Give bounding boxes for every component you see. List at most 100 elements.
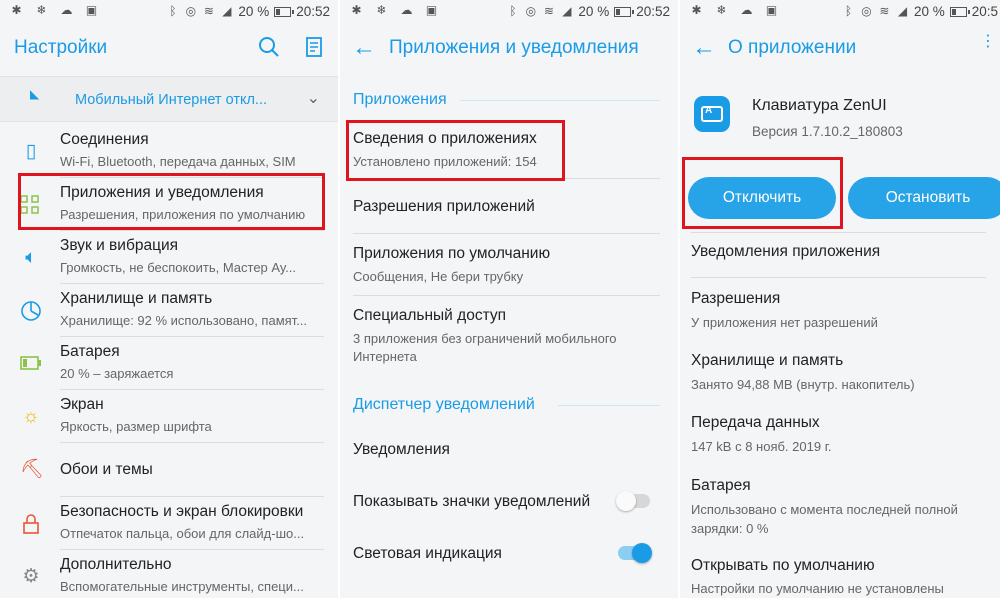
settings-item-battery[interactable]: Батарея 20 % – заряжается [0, 337, 338, 390]
mobile-data-row[interactable]: ◣ Мобильный Интернет откл... ⌄ [0, 76, 338, 122]
highlight-box [18, 173, 325, 230]
snowflake-icon: ❄ [36, 3, 47, 17]
stop-button[interactable]: Остановить [848, 177, 1000, 219]
divider [353, 233, 660, 234]
battery-usage-item[interactable]: Батарея Использовано с момента последней… [691, 477, 986, 538]
settings-item-display[interactable]: ☼ Экран Яркость, размер шрифта [0, 390, 338, 443]
settings-item-advanced[interactable]: ⚙ Дополнительно Вспомогательные инструме… [0, 550, 338, 598]
highlight-box [682, 157, 843, 229]
led-toggle[interactable] [618, 543, 652, 563]
android-icon: ✱ [351, 3, 362, 17]
item-subtitle: Использовано с момента последней полной … [691, 502, 958, 536]
item-title: Уведомления приложения [691, 243, 881, 260]
brightness-icon: ☼ [22, 406, 40, 427]
item-title: Соединения [60, 131, 149, 148]
settings-item-connections[interactable]: ▯ Соединения Wi-Fi, Bluetooth, передача … [0, 125, 338, 178]
snowflake-icon: ❄ [716, 3, 727, 17]
toggle-knob [632, 543, 652, 563]
battery-percent: 20 % [913, 4, 945, 19]
clock: 20:5 [971, 4, 998, 19]
signal-icon: ◢ [897, 4, 908, 18]
section-divider [558, 405, 660, 406]
item-title: Световая индикация [353, 545, 502, 562]
battery-icon [949, 6, 970, 17]
image-icon: ▣ [765, 3, 778, 17]
back-arrow-icon[interactable]: ← [692, 36, 716, 60]
speaker-icon: 🔈︎ [25, 247, 37, 268]
item-title: Разрешения приложений [353, 198, 535, 215]
vibrate-icon: ◎ [185, 4, 197, 18]
divider [353, 295, 660, 296]
chevron-down-icon[interactable]: ⌄ [307, 88, 320, 108]
default-apps-item[interactable]: Приложения по умолчанию Сообщения, Не бе… [353, 245, 660, 286]
connections-icon: ▯ [25, 141, 37, 162]
item-title: Специальный доступ [353, 307, 506, 324]
item-subtitle: Хранилище: 92 % использовано, памят... [60, 313, 308, 328]
battery-icon [274, 6, 295, 17]
back-arrow-icon[interactable]: ← [352, 36, 376, 60]
gear-icon: ⚙ [22, 566, 40, 587]
keyboard-icon [701, 105, 723, 122]
feedback-icon[interactable] [305, 36, 325, 58]
app-version: Версия 1.7.10.2_180803 [752, 124, 903, 139]
item-title: Батарея [691, 477, 751, 494]
badges-toggle[interactable] [616, 491, 650, 511]
app-bar: ← Приложения и уведомления [340, 26, 678, 72]
app-notifications-item[interactable]: Уведомления приложения [691, 243, 986, 261]
page-title: Настройки [14, 37, 108, 58]
settings-item-storage[interactable]: Хранилище и память Хранилище: 92 % испол… [0, 284, 338, 337]
app-info-panel: ✱ ❄ ☁ ▣ ᛒ ◎ ≋ ◢ 20 % 20:5 ← О приложении… [680, 0, 1000, 598]
item-title: Обои и темы [60, 461, 153, 478]
image-icon: ▣ [85, 3, 98, 17]
section-divider [460, 100, 660, 101]
item-title: Показывать значки уведомлений [353, 493, 591, 510]
badges-item[interactable]: Показывать значки уведомлений [353, 493, 660, 511]
signal-icon: ◢ [222, 4, 232, 18]
item-title: Звук и вибрация [60, 237, 178, 254]
permissions-item[interactable]: Разрешения У приложения нет разрешений [691, 290, 986, 332]
battery-icon [614, 6, 635, 17]
led-item[interactable]: Световая индикация [353, 545, 660, 563]
battery-percent: 20 % [578, 4, 610, 19]
data-usage-item[interactable]: Передача данных 147 kB с 8 нояб. 2019 г. [691, 414, 986, 456]
notifications-item[interactable]: Уведомления [353, 441, 660, 459]
item-title: Дополнительно [60, 556, 172, 573]
item-subtitle: Вспомогательные инструменты, специ... [60, 579, 304, 594]
page-title: Приложения и уведомления [389, 37, 639, 58]
item-subtitle: Настройки по умолчанию не установлены [691, 581, 944, 596]
search-icon[interactable] [258, 36, 280, 58]
settings-item-themes[interactable]: ⛏︎ Обои и темы [0, 443, 338, 497]
app-icon [694, 96, 730, 132]
open-by-default-item[interactable]: Открывать по умолчанию Настройки по умол… [691, 557, 986, 598]
item-title: Хранилище и память [60, 290, 213, 307]
app-name: Клавиатура ZenUI [752, 97, 887, 114]
app-permissions-item[interactable]: Разрешения приложений [353, 198, 660, 216]
settings-item-security[interactable]: Безопасность и экран блокировки Отпечато… [0, 497, 338, 550]
signal-icon: ◢ [562, 4, 572, 18]
cloud-icon: ☁ [60, 3, 73, 17]
item-title: Передача данных [691, 414, 820, 431]
cloud-icon: ☁ [740, 3, 753, 17]
paint-roller-icon: ⛏︎ [20, 459, 45, 480]
clock: 20:52 [296, 4, 330, 19]
item-subtitle: Занято 94,88 MB (внутр. накопитель) [691, 377, 915, 392]
item-title: Батарея [60, 343, 120, 360]
highlight-box [346, 120, 565, 181]
item-title: Хранилище и память [691, 352, 844, 369]
battery-percent: 20 % [238, 4, 270, 19]
wifi-icon: ≋ [203, 4, 214, 18]
item-subtitle: 147 kB с 8 нояб. 2019 г. [691, 439, 832, 454]
item-subtitle: Яркость, размер шрифта [60, 419, 212, 434]
item-title: Уведомления [353, 441, 450, 458]
mobile-data-icon: ◣ [30, 87, 40, 101]
special-access-item[interactable]: Специальный доступ 3 приложения без огра… [353, 307, 660, 366]
storage-item[interactable]: Хранилище и память Занято 94,88 MB (внут… [691, 352, 986, 394]
page-title: О приложении [728, 37, 857, 58]
toggle-knob [616, 491, 636, 511]
settings-item-sound[interactable]: 🔈︎ Звук и вибрация Громкость, не беспоко… [0, 231, 338, 284]
snowflake-icon: ❄ [376, 3, 387, 17]
more-vert-icon[interactable]: ⋮ [980, 34, 996, 50]
item-title: Разрешения [691, 290, 781, 307]
app-bar: ← О приложении ⋮ [680, 26, 1000, 72]
status-bar: ✱ ❄ ☁ ▣ ᛒ ◎ ≋ ◢ 20 % 20:52 [0, 0, 338, 24]
